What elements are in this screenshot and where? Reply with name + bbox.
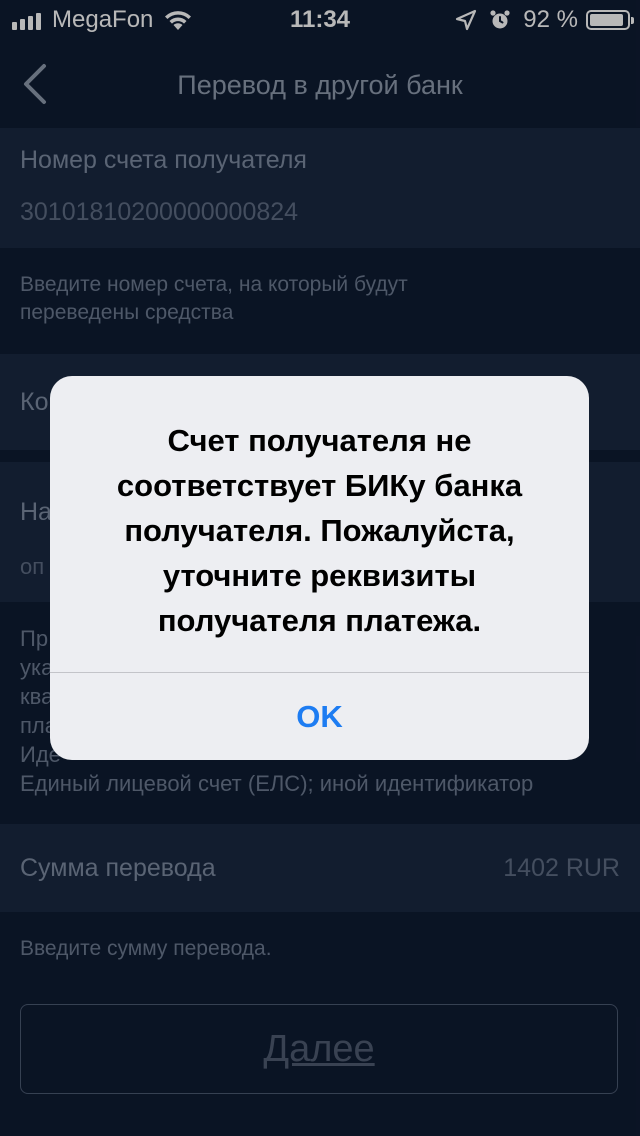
alert-dialog: Счет получателя не соответствует БИКу ба… [50,376,589,760]
alert-message: Счет получателя не соответствует БИКу ба… [116,423,523,638]
app-screen: MegaFon 11:34 92 % Перевод в другой банк… [0,0,640,1136]
alert-ok-button[interactable]: OK [50,673,589,760]
